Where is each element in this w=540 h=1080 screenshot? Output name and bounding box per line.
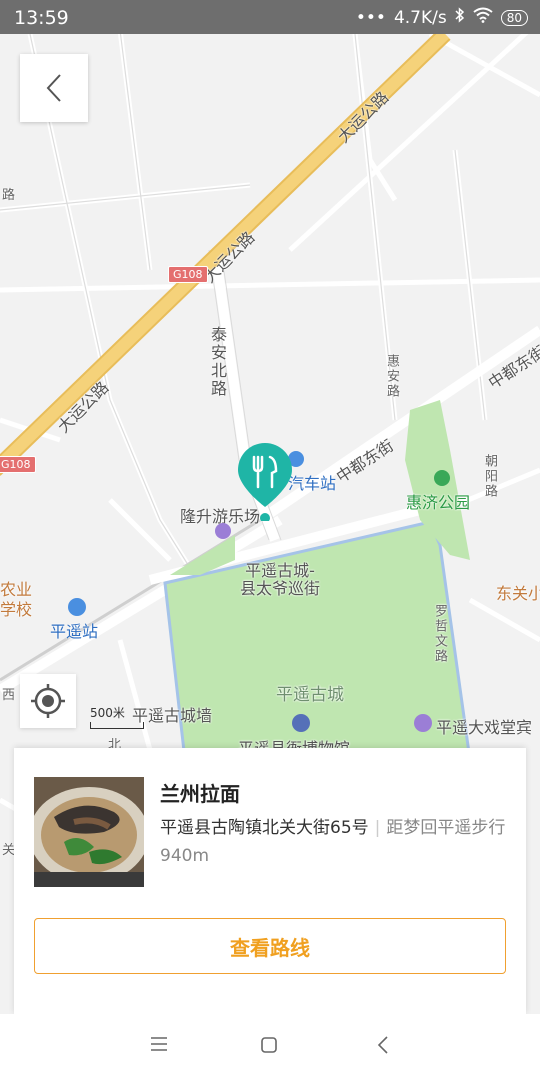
scale-bar	[90, 722, 144, 729]
park-tree-icon	[434, 470, 450, 486]
status-bar: 13:59 ••• 4.7K/s 80	[0, 0, 540, 34]
wifi-icon	[473, 7, 493, 28]
poi-pingyao-station[interactable]: 平遥站	[50, 618, 98, 642]
g108-shield-a: G108	[168, 266, 208, 283]
g108-shield-b: G108	[0, 456, 36, 473]
road-luozhe: 罗哲文路	[432, 604, 447, 664]
map-scale: 500米	[90, 704, 144, 729]
view-route-button[interactable]: 查看路线	[34, 918, 506, 974]
locate-button[interactable]	[20, 674, 76, 728]
road-chaoyang: 朝阳路	[482, 454, 497, 499]
restaurant-pin-icon[interactable]	[236, 441, 294, 523]
scale-label: 500米	[90, 706, 125, 720]
chevron-left-icon	[46, 74, 61, 102]
road-huian: 惠安路	[384, 354, 399, 399]
status-time: 13:59	[14, 7, 69, 29]
road-left-xi: 西	[2, 688, 16, 703]
theater-icon	[414, 714, 432, 732]
road-left-lu: 路	[2, 188, 16, 203]
menu-icon[interactable]	[150, 1036, 168, 1052]
locate-icon	[31, 684, 65, 718]
restaurant-title: 兰州拉面	[160, 782, 240, 806]
poi-dongguan[interactable]: 东关小	[496, 580, 540, 604]
back-button[interactable]	[20, 54, 88, 122]
home-icon[interactable]	[260, 1036, 278, 1054]
bluetooth-icon	[455, 7, 465, 28]
poi-school[interactable]: 农业 学校	[0, 580, 32, 620]
poi-gucheng-sign[interactable]: 平遥古城- 县太爷巡街	[240, 562, 320, 598]
restaurant-address-block: 平遥县古陶镇北关大街65号 | 距梦回平遥步行940m	[160, 814, 510, 870]
road-taian: 泰安北路	[208, 326, 227, 398]
playground-icon	[215, 523, 231, 539]
more-dots-icon: •••	[355, 7, 386, 28]
museum-icon	[292, 714, 310, 732]
poi-gucheng-area: 平遥古城	[276, 685, 344, 705]
network-speed: 4.7K/s	[393, 7, 447, 28]
address-separator: |	[374, 818, 381, 838]
nav-back-icon[interactable]	[376, 1036, 390, 1054]
system-nav-bar	[0, 1014, 540, 1080]
status-right: ••• 4.7K/s 80	[356, 7, 528, 28]
poi-huiji-park[interactable]: 惠济公园	[406, 489, 470, 513]
train-station-icon	[68, 598, 86, 616]
poi-info-card: 兰州拉面 平遥县古陶镇北关大街65号 | 距梦回平遥步行940m 查看路线	[14, 748, 526, 1014]
poi-gucheng-wall[interactable]: 平遥古城墙	[132, 702, 212, 726]
poi-bus-station[interactable]: 汽车站	[288, 470, 336, 494]
restaurant-photo[interactable]	[34, 777, 144, 887]
restaurant-address: 平遥县古陶镇北关大街65号	[160, 818, 369, 838]
battery-indicator: 80	[500, 9, 528, 26]
poi-theater[interactable]: 平遥大戏堂宾	[436, 714, 532, 738]
